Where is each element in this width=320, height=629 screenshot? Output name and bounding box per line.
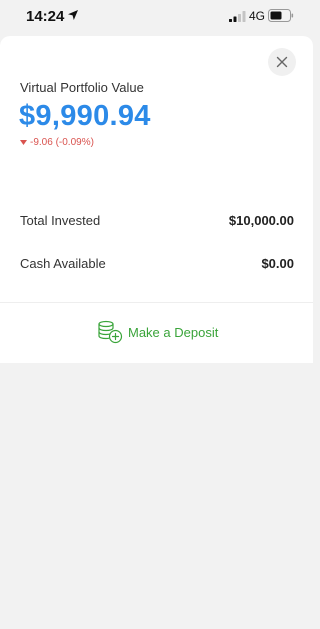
cash-available-value: $0.00 [261, 256, 294, 271]
portfolio-change: -9.06 (-0.09%) [20, 137, 94, 148]
total-invested-label: Total Invested [20, 213, 101, 228]
total-invested-value: $10,000.00 [228, 213, 294, 228]
cash-available-label: Cash Available [20, 256, 106, 271]
status-bar: 14:24 4G [0, 0, 313, 36]
make-deposit-label: Make a Deposit [128, 324, 219, 340]
portfolio-label: Virtual Portfolio Value [20, 80, 144, 95]
location-arrow-icon [68, 10, 78, 20]
status-time: 14:24 [26, 8, 65, 25]
portfolio-sheet: Virtual Portfolio Value $9,990.94 -9.06 … [0, 36, 313, 363]
coins-plus-icon [98, 320, 123, 344]
make-deposit-button[interactable]: Make a Deposit [97, 318, 227, 346]
close-icon [276, 56, 288, 68]
portfolio-value: $9,990.94 [19, 100, 151, 132]
battery-icon [268, 9, 294, 22]
network-type: 4G [249, 9, 266, 23]
signal-bars-icon [229, 11, 246, 22]
total-invested-row: Total Invested $10,000.00 [20, 213, 294, 228]
close-button[interactable] [268, 48, 296, 76]
portfolio-change-text: -9.06 (-0.09%) [30, 137, 94, 148]
down-caret-icon [20, 140, 27, 145]
cash-available-row: Cash Available $0.00 [20, 256, 294, 271]
divider [0, 302, 313, 303]
